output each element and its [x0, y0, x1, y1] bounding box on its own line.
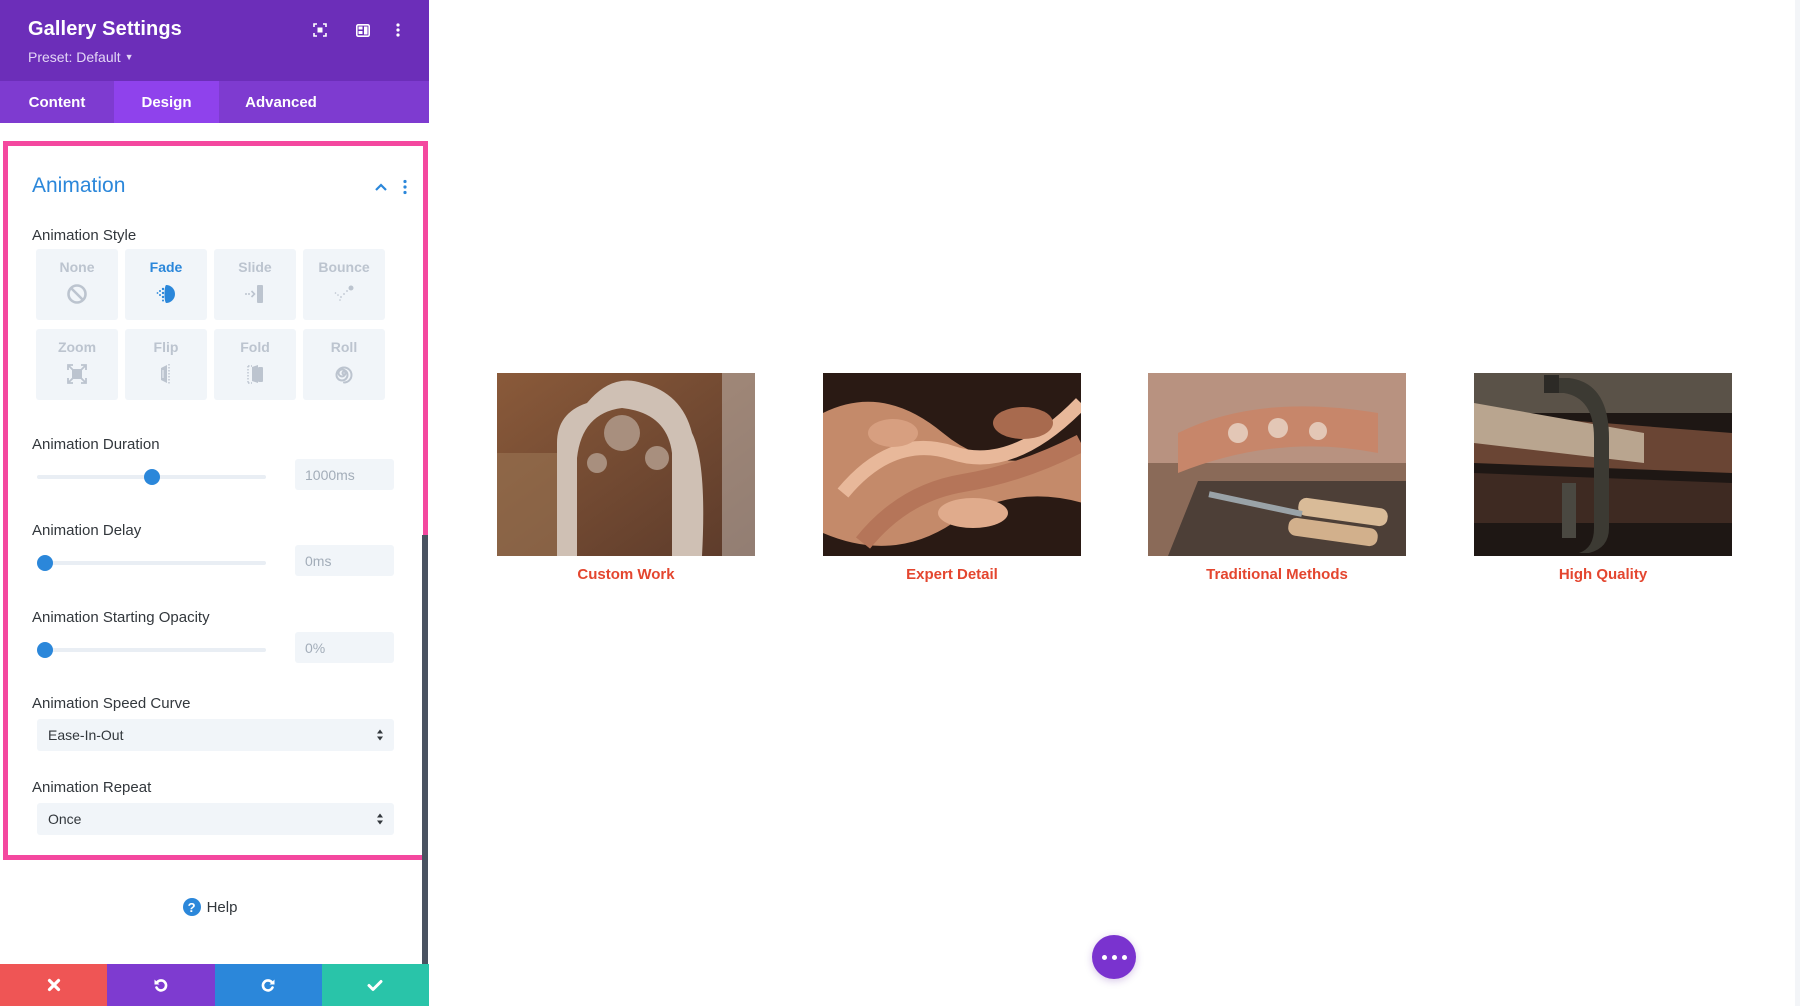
style-option-zoom[interactable]: Zoom [36, 329, 118, 400]
style-option-label: None [59, 259, 95, 275]
tab-content[interactable]: Content [0, 81, 114, 123]
save-button[interactable] [321, 964, 429, 1006]
zoom-icon [67, 364, 87, 384]
more-horizontal-icon-dot [1101, 954, 1107, 960]
slider-thumb[interactable] [37, 642, 53, 658]
slider-thumb[interactable] [143, 469, 160, 485]
style-option-fold[interactable]: Fold [214, 329, 296, 400]
gallery-image-carved-arch[interactable] [497, 373, 755, 556]
animation-duration-slider[interactable] [37, 467, 266, 487]
animation-repeat-select[interactable]: Once [37, 803, 394, 835]
animation-opacity-label: Animation Starting Opacity [32, 609, 210, 626]
style-option-slide[interactable]: Slide [214, 249, 296, 320]
animation-delay-input[interactable] [295, 545, 394, 576]
panel-header: Gallery Settings Preset: Default ▼ [0, 0, 429, 81]
chevron-up-icon[interactable] [374, 182, 388, 192]
style-option-label: Flip [153, 339, 179, 355]
more-horizontal-icon-dot [1121, 954, 1127, 960]
gallery-image-chisels[interactable] [1148, 373, 1406, 556]
slider-thumb[interactable] [37, 555, 53, 571]
bounce-icon [334, 285, 354, 301]
preset-dropdown[interactable]: Preset: Default ▼ [28, 49, 134, 65]
flip-icon [161, 364, 170, 384]
more-horizontal-icon-dot [1111, 954, 1117, 960]
settings-panel: Gallery Settings Preset: Default ▼ Conten… [0, 0, 429, 1006]
fade-icon [156, 285, 175, 303]
slider-track [37, 648, 266, 652]
style-option-label: Fold [240, 339, 270, 355]
fold-icon [247, 365, 263, 384]
gallery-caption: Expert Detail [906, 566, 998, 583]
more-options-icon[interactable] [388, 20, 408, 40]
section-menu-icon[interactable] [402, 179, 408, 195]
animation-delay-slider[interactable] [37, 553, 266, 573]
gallery-item[interactable]: Custom Work [497, 373, 755, 583]
help-link[interactable]: ? Help [0, 898, 420, 916]
select-value: Once [48, 811, 82, 827]
redo-button[interactable] [214, 964, 322, 1006]
page-canvas: Custom Work Expert Detail Traditional Me… [429, 0, 1800, 1006]
gallery-caption: Custom Work [577, 566, 675, 583]
animation-opacity-input[interactable] [295, 632, 394, 663]
style-option-roll[interactable]: Roll [303, 329, 385, 400]
check-icon [367, 979, 383, 991]
slider-track [37, 561, 266, 565]
style-option-label: Fade [149, 259, 183, 275]
style-option-label: Slide [238, 259, 272, 275]
style-option-label: Bounce [318, 259, 370, 275]
style-option-bounce[interactable]: Bounce [303, 249, 385, 320]
slide-icon [245, 285, 263, 303]
gallery-image-clamp[interactable] [1474, 373, 1732, 556]
gallery-caption: Traditional Methods [1206, 566, 1348, 583]
animation-speed-curve-label: Animation Speed Curve [32, 695, 191, 712]
none-icon [67, 284, 87, 304]
gallery-item[interactable]: Traditional Methods [1148, 373, 1406, 583]
tab-bar: Content Design Advanced [0, 81, 429, 123]
focus-mode-icon[interactable] [310, 20, 330, 40]
section-title[interactable]: Animation [32, 174, 125, 198]
gallery-caption: High Quality [1558, 566, 1648, 583]
animation-style-label: Animation Style [32, 227, 137, 244]
animation-speed-curve-select[interactable]: Ease-In-Out [37, 719, 394, 751]
help-label: Help [206, 898, 238, 916]
undo-button[interactable] [107, 964, 215, 1006]
animation-opacity-slider[interactable] [37, 640, 266, 660]
page-settings-fab[interactable] [1092, 935, 1136, 979]
panel-footer [0, 964, 429, 1006]
style-option-fade[interactable]: Fade [125, 249, 207, 320]
cancel-button[interactable] [0, 964, 108, 1006]
tab-advanced[interactable]: Advanced [219, 81, 343, 123]
split-view-icon[interactable] [353, 20, 373, 40]
close-icon [47, 978, 60, 992]
gallery-image-carved-leaves[interactable] [823, 373, 1081, 556]
select-value: Ease-In-Out [48, 727, 124, 743]
animation-duration-label: Animation Duration [32, 436, 160, 453]
gallery-item[interactable]: High Quality [1474, 373, 1732, 583]
animation-section: Animation Animation Style None Fade Slid… [3, 141, 428, 860]
panel-title: Gallery Settings [28, 18, 182, 40]
select-arrows-icon [377, 813, 383, 825]
animation-repeat-label: Animation Repeat [32, 779, 152, 796]
panel-scrollbar[interactable] [422, 535, 428, 964]
tab-design[interactable]: Design [114, 81, 219, 123]
undo-icon [154, 979, 168, 992]
style-option-label: Zoom [57, 339, 97, 355]
style-option-none[interactable]: None [36, 249, 118, 320]
select-arrows-icon [377, 729, 383, 741]
animation-duration-input[interactable] [295, 459, 394, 490]
caret-down-icon: ▼ [124, 52, 134, 62]
roll-icon [335, 366, 353, 384]
redo-icon [261, 979, 275, 992]
canvas-edge [1795, 0, 1800, 1006]
animation-delay-label: Animation Delay [32, 522, 142, 539]
preset-label: Preset: Default [28, 49, 121, 65]
help-icon: ? [182, 898, 201, 916]
style-option-label: Roll [330, 339, 358, 355]
style-option-flip[interactable]: Flip [125, 329, 207, 400]
gallery-item[interactable]: Expert Detail [823, 373, 1081, 583]
